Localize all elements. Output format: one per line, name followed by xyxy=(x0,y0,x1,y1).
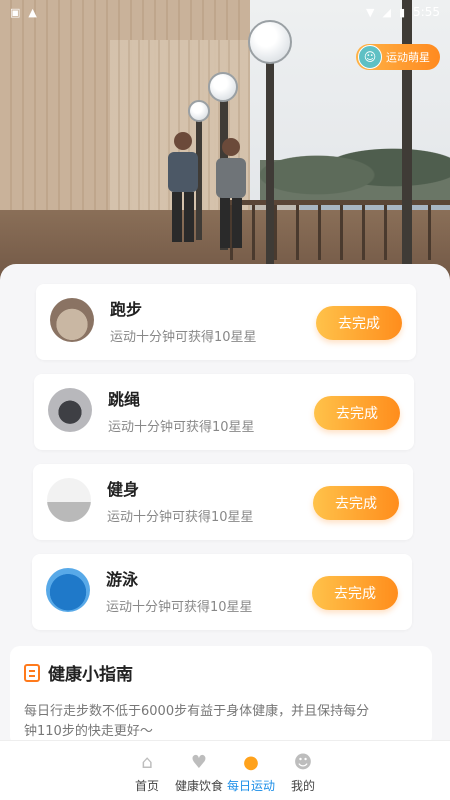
badge-label: 运动萌星 xyxy=(386,51,430,64)
runner-figure xyxy=(216,138,246,258)
health-guide-card: 健康小指南 每日行走步数不低于6000步有益于身体健康，并且保持每分钟110步的… xyxy=(10,646,432,746)
jump-rope-thumbnail xyxy=(48,388,92,432)
task-list-panel: 跑步 运动十分钟可获得10星星 去完成 跳绳 运动十分钟可获得10星星 去完成 … xyxy=(0,264,450,634)
tab-home[interactable]: ⌂ 首页 xyxy=(121,741,173,800)
task-title: 跑步 xyxy=(110,300,143,319)
battery-icon: ▮ xyxy=(398,5,406,19)
fitness-thumbnail xyxy=(47,478,91,522)
wifi-icon: ▼ xyxy=(366,5,375,19)
task-card-jump-rope: 跳绳 运动十分钟可获得10星星 去完成 xyxy=(34,374,414,450)
task-title: 游泳 xyxy=(106,570,139,589)
runner-figure xyxy=(168,132,198,252)
tab-healthy-diet[interactable]: ♥ 健康饮食 xyxy=(173,741,225,800)
tab-daily-exercise[interactable]: ● 每日运动 xyxy=(225,741,277,800)
tab-label: 每日运动 xyxy=(226,779,275,793)
task-desc: 运动十分钟可获得10星星 xyxy=(107,510,254,525)
task-title: 跳绳 xyxy=(108,390,141,409)
guide-body: 每日行走步数不低于6000步有益于身体健康，并且保持每分钟110步的快走更好～ xyxy=(24,704,370,739)
task-card-fitness: 健身 运动十分钟可获得10星星 去完成 xyxy=(33,464,413,540)
complete-swimming-button[interactable]: 去完成 xyxy=(312,576,398,610)
running-thumbnail xyxy=(50,298,94,342)
home-icon: ⌂ xyxy=(141,751,153,773)
tab-label: 首页 xyxy=(134,779,159,793)
image-notification-icon: ▣ xyxy=(10,5,21,19)
user-icon: ☻ xyxy=(293,751,313,773)
avatar: ☺ xyxy=(358,45,382,69)
task-desc: 运动十分钟可获得10星星 xyxy=(110,330,257,345)
swimming-thumbnail xyxy=(46,568,90,612)
complete-fitness-button[interactable]: 去完成 xyxy=(313,486,399,520)
tab-label: 健康饮食 xyxy=(174,779,223,793)
status-bar: ▣ ▲ ▼ ◢ ▮ 5:55 xyxy=(0,0,450,24)
basketball-icon: ● xyxy=(243,751,259,773)
task-desc: 运动十分钟可获得10星星 xyxy=(108,420,255,435)
complete-jump-rope-button[interactable]: 去完成 xyxy=(314,396,400,430)
bottom-tab-bar: ⌂ 首页 ♥ 健康饮食 ● 每日运动 ☻ 我的 xyxy=(0,740,450,800)
task-card-running: 跑步 运动十分钟可获得10星星 去完成 xyxy=(36,284,416,360)
status-time: 5:55 xyxy=(413,5,440,19)
complete-running-button[interactable]: 去完成 xyxy=(316,306,402,340)
document-icon xyxy=(24,663,40,682)
sport-star-badge[interactable]: ☺ 运动萌星 xyxy=(356,44,440,70)
signal-icon: ◢ xyxy=(382,5,391,19)
tab-mine[interactable]: ☻ 我的 xyxy=(277,741,329,800)
task-desc: 运动十分钟可获得10星星 xyxy=(106,600,253,615)
heart-plus-icon: ♥ xyxy=(190,751,208,773)
tab-label: 我的 xyxy=(290,779,315,793)
task-title: 健身 xyxy=(107,480,140,499)
guide-title: 健康小指南 xyxy=(48,665,133,685)
app-notification-icon: ▲ xyxy=(28,5,37,19)
task-card-swimming: 游泳 运动十分钟可获得10星星 去完成 xyxy=(32,554,412,630)
